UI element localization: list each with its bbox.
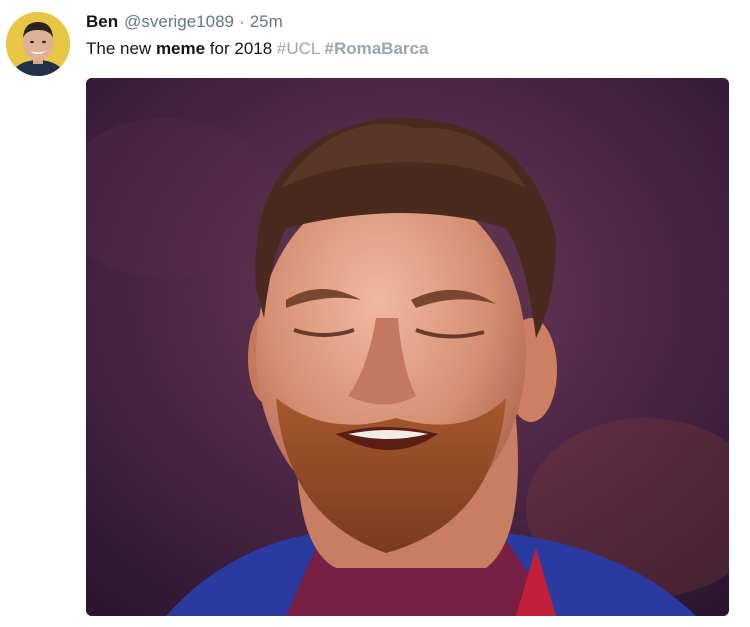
avatar[interactable] <box>6 12 70 76</box>
tweet-text-prefix: The new <box>86 39 156 58</box>
separator-dot: · <box>239 12 245 31</box>
tweet-text-bold: meme <box>155 39 206 58</box>
hashtag-ucl[interactable]: #UCL <box>277 39 320 58</box>
tweet-text: The new meme for 2018 #UCL #RomaBarca <box>86 38 428 60</box>
avatar-photo-icon <box>6 12 70 76</box>
tweet: Ben @sverige1089 · 25m The new meme for 201… <box>0 0 750 627</box>
tweet-text-middle: for 2018 <box>205 39 277 58</box>
tweet-header: Ben @sverige1089 · 25m <box>86 12 283 32</box>
hashtag-romabarca[interactable]: #RomaBarca <box>324 39 428 58</box>
photo-face-icon <box>86 78 729 616</box>
user-handle[interactable]: @sverige1089 <box>124 12 234 31</box>
timestamp[interactable]: 25m <box>250 12 283 31</box>
display-name[interactable]: Ben <box>86 12 118 31</box>
tweet-media-photo[interactable] <box>86 78 729 616</box>
